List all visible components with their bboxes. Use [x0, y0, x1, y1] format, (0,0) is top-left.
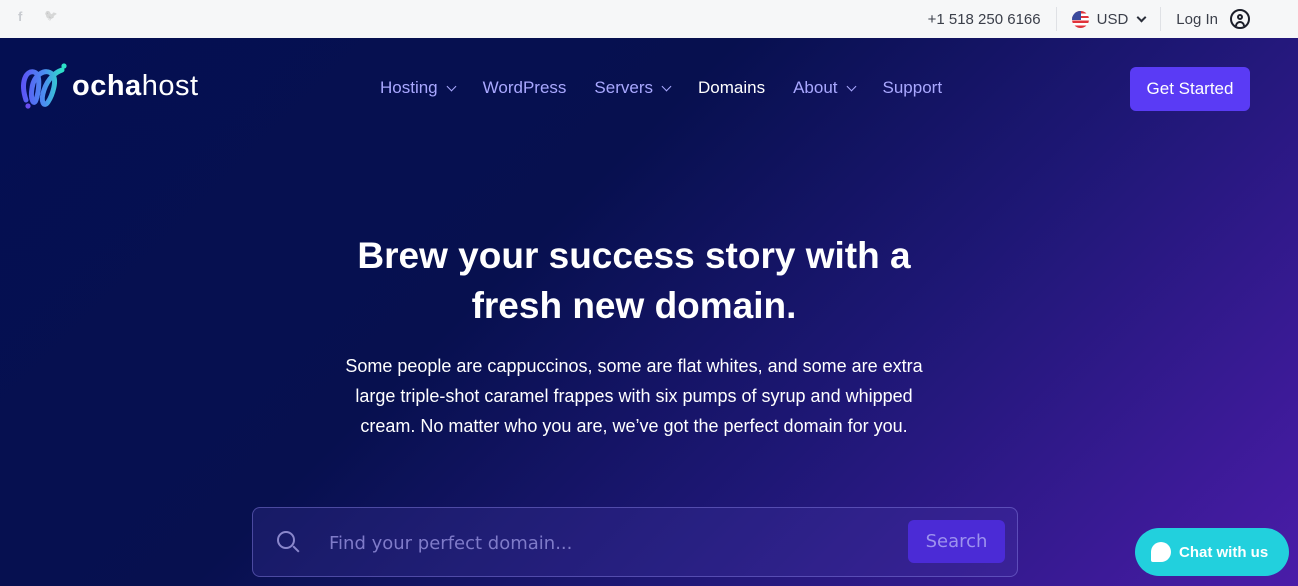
domain-search-bar: Search [252, 507, 1018, 577]
nav-label: Servers [594, 78, 653, 97]
twitter-icon[interactable]: 🐦 [44, 9, 58, 24]
nav-label: Support [882, 78, 943, 97]
currency-label: USD [1096, 10, 1129, 28]
subtext-line: Some people are cappuccinos, some are fl… [345, 356, 923, 376]
nav-item-support[interactable]: Support [883, 78, 943, 98]
nav-item-about[interactable]: About [793, 78, 856, 98]
headline-bold: Brew your success story [357, 235, 796, 276]
divider [1160, 7, 1162, 31]
headline-line2: fresh new domain. [471, 285, 797, 326]
nav-label: About [793, 78, 838, 97]
divider [1055, 7, 1057, 31]
search-icon [277, 531, 295, 549]
chat-with-us-button[interactable]: Chat with us [1135, 528, 1289, 576]
nav-item-servers[interactable]: Servers [594, 78, 672, 98]
nav-label: Hosting [380, 78, 438, 97]
login-link[interactable]: Log In [1176, 9, 1250, 29]
currency-selector[interactable]: USD [1071, 10, 1147, 28]
chevron-down-icon [1136, 12, 1147, 22]
top-bar: f 🐦 +1 518 250 6166 USD Log In [0, 0, 1298, 38]
primary-nav: Hosting WordPress Servers Domains About … [380, 78, 970, 98]
nav-item-wordpress[interactable]: WordPress [483, 78, 567, 98]
nav-item-hosting[interactable]: Hosting [380, 78, 457, 98]
user-circle-icon [1230, 9, 1250, 29]
us-flag-icon [1071, 10, 1089, 28]
logo-mark-icon [21, 63, 67, 109]
hero-headline: Brew your success story with a fresh new… [0, 231, 1268, 331]
nav-item-domains[interactable]: Domains [698, 78, 765, 98]
domain-search-input[interactable] [329, 528, 889, 558]
social-links: f 🐦 [18, 9, 58, 24]
chevron-down-icon [846, 81, 856, 91]
hero-subtext: Some people are cappuccinos, some are fl… [0, 351, 1268, 441]
logo-wordmark: ochahost [72, 69, 199, 102]
login-label: Log In [1176, 10, 1218, 28]
hero-section: ochahost Hosting WordPress Servers Domai… [0, 38, 1298, 586]
phone-number[interactable]: +1 518 250 6166 [928, 11, 1041, 28]
search-button[interactable]: Search [908, 520, 1005, 563]
chat-bubble-icon [1151, 542, 1171, 562]
headline-rest: with a [795, 235, 911, 276]
chat-label: Chat with us [1179, 543, 1269, 561]
facebook-icon[interactable]: f [18, 9, 22, 24]
nav-label: WordPress [482, 78, 567, 97]
logo[interactable]: ochahost [18, 62, 199, 110]
nav-label: Domains [697, 78, 766, 97]
top-right-utilities: +1 518 250 6166 USD Log In [928, 0, 1250, 38]
chevron-down-icon [661, 81, 672, 91]
chevron-down-icon [446, 81, 457, 91]
main-navbar: ochahost Hosting WordPress Servers Domai… [0, 38, 1298, 140]
subtext-line: cream. No matter who you are, we’ve got … [360, 416, 908, 436]
subtext-line: large triple-shot caramel frappes with s… [355, 386, 913, 406]
get-started-button[interactable]: Get Started [1130, 67, 1250, 111]
